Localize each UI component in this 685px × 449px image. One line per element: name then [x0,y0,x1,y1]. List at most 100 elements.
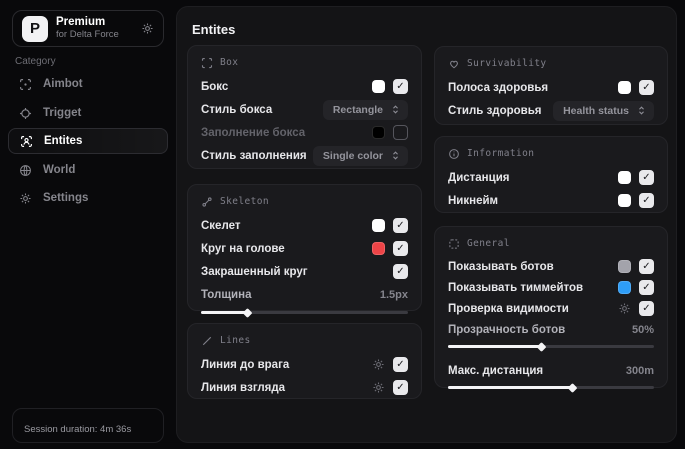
grid-icon [448,238,460,250]
main-panel: Entites Box Бокс Стиль бокса Rectangle [176,6,677,443]
checkbox[interactable] [639,259,654,274]
app-title: Premium [56,16,106,29]
sidebar-item-aimbot[interactable]: Aimbot [8,71,168,97]
fill-style-dropdown[interactable]: Single color [312,145,408,166]
checkbox[interactable] [393,125,408,140]
color-swatch[interactable] [618,81,631,94]
row-settings-gear-icon[interactable] [372,358,385,371]
bone-icon [201,196,213,208]
setting-row-skeleton: Скелет [201,214,408,237]
unfold-icon [390,104,401,115]
setting-row-nickname: Никнейм [448,189,654,212]
bot-opacity-value: 50% [631,323,654,336]
checkbox[interactable] [393,380,408,395]
checkbox[interactable] [393,264,408,279]
setting-row-health-bar: Полоса здоровья [448,76,654,99]
sidebar-item-label: Entites [44,135,83,147]
sidebar-item-world[interactable]: World [8,157,168,183]
setting-row-fill-style: Стиль заполнения Single color [201,144,408,167]
bot-opacity-slider[interactable] [448,345,654,348]
color-swatch[interactable] [372,242,385,255]
line-icon [201,335,213,347]
checkbox[interactable] [393,218,408,233]
box-style-dropdown[interactable]: Rectangle [322,99,408,120]
setting-row-show-bots: Показывать ботов [448,256,654,277]
panel-survivability-header: Survivability [448,56,654,71]
thickness-value: 1.5px [379,288,408,301]
color-swatch[interactable] [618,260,631,273]
setting-row-show-teammates: Показывать тиммейтов [448,277,654,298]
setting-row-max-distance: Макс. дистанция 300m [448,364,654,377]
setting-row-health-style: Стиль здоровья Health status [448,99,654,122]
info-icon [448,148,460,160]
setting-row-box: Бокс [201,75,408,98]
panel-skeleton: Skeleton Скелет Круг на голове Закрашенн… [187,184,422,314]
target-icon [19,107,32,120]
sidebar-item-label: World [43,164,76,176]
brand-card: P Premium for Delta Force [12,10,164,47]
sidebar-item-trigget[interactable]: Trigget [8,100,168,126]
app-logo: P [22,15,48,42]
panel-general-header: General [448,236,654,251]
panel-skeleton-header: Skeleton [201,194,408,209]
sidebar-item-label: Settings [43,192,89,204]
setting-row-distance: Дистанция [448,166,654,189]
page-title: Entites [192,22,236,37]
entities-icon [20,135,33,148]
checkbox[interactable] [639,193,654,208]
heart-icon [448,58,460,70]
row-settings-gear-icon[interactable] [372,381,385,394]
thickness-slider[interactable] [201,311,408,314]
setting-row-bot-opacity: Прозрачность ботов 50% [448,323,654,336]
category-label: Category [15,56,56,67]
setting-row-box-fill: Заполнение бокса [201,121,408,144]
sidebar-item-label: Trigget [43,107,82,119]
setting-row-enemy-line: Линия до врага [201,353,408,376]
app-subtitle: for Delta Force [56,28,119,40]
sidebar: P Premium for Delta Force Category Aimbo… [0,0,172,449]
unfold-icon [636,105,647,116]
color-swatch[interactable] [372,80,385,93]
checkbox[interactable] [393,79,408,94]
sidebar-item-entites[interactable]: Entites [8,128,168,154]
panel-survivability: Survivability Полоса здоровья Стиль здор… [434,46,668,125]
panel-general: General Показывать ботов Показывать тимм… [434,226,668,389]
max-distance-slider[interactable] [448,386,654,389]
row-settings-gear-icon[interactable] [618,302,631,315]
panel-lines-header: Lines [201,333,408,348]
setting-row-thickness: Толщина 1.5px [201,288,408,301]
color-swatch[interactable] [618,194,631,207]
setting-row-box-style: Стиль бокса Rectangle [201,98,408,121]
checkbox[interactable] [639,170,654,185]
color-swatch[interactable] [372,126,385,139]
panel-box: Box Бокс Стиль бокса Rectangle Заполнени… [187,45,422,169]
session-duration-card: Session duration: 4m 36s [12,408,164,443]
panel-box-header: Box [201,55,408,70]
panel-lines: Lines Линия до врага Линия взгляда [187,323,422,399]
box-icon [201,57,213,69]
crosshair-icon [19,78,32,91]
setting-row-view-line: Линия взгляда [201,376,408,399]
unfold-icon [390,150,401,161]
max-distance-value: 300m [625,364,654,377]
checkbox[interactable] [639,80,654,95]
color-swatch[interactable] [618,281,631,294]
setting-row-visibility-check: Проверка видимости [448,298,654,319]
session-duration-label: Session duration: 4m 36s [24,424,132,435]
setting-row-head-circle: Круг на голове [201,237,408,260]
brand-gear-icon[interactable] [141,22,154,35]
color-swatch[interactable] [372,219,385,232]
sidebar-item-label: Aimbot [43,78,83,90]
health-style-dropdown[interactable]: Health status [553,100,654,121]
checkbox[interactable] [639,280,654,295]
setting-row-filled-circle: Закрашенный круг [201,260,408,283]
color-swatch[interactable] [618,171,631,184]
sidebar-item-settings[interactable]: Settings [8,185,168,211]
panel-information: Information Дистанция Никнейм [434,136,668,213]
globe-icon [19,164,32,177]
panel-information-header: Information [448,146,654,161]
gear-icon [19,192,32,205]
checkbox[interactable] [393,357,408,372]
checkbox[interactable] [639,301,654,316]
checkbox[interactable] [393,241,408,256]
